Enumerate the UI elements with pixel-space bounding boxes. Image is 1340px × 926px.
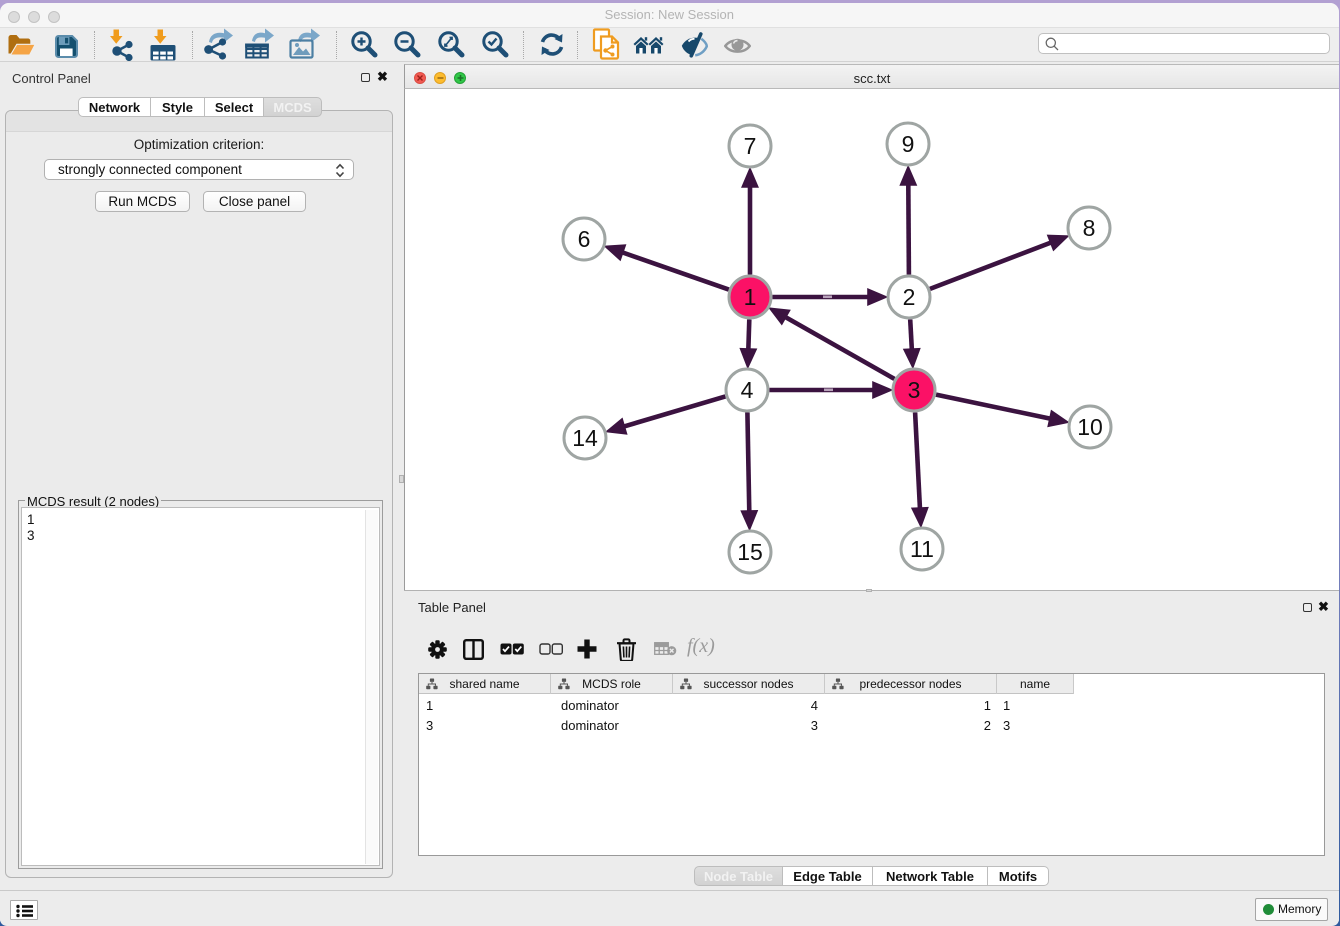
svg-text:7: 7: [744, 133, 757, 159]
svg-text:2: 2: [903, 284, 916, 310]
svg-text:4: 4: [741, 377, 754, 403]
svg-text:8: 8: [1083, 215, 1096, 241]
svg-text:1: 1: [744, 284, 757, 310]
svg-text:9: 9: [902, 131, 915, 157]
svg-text:11: 11: [910, 536, 934, 562]
svg-text:3: 3: [908, 377, 921, 403]
svg-text:15: 15: [737, 539, 763, 565]
svg-text:10: 10: [1077, 414, 1103, 440]
svg-text:6: 6: [578, 226, 591, 252]
svg-text:14: 14: [572, 425, 598, 451]
